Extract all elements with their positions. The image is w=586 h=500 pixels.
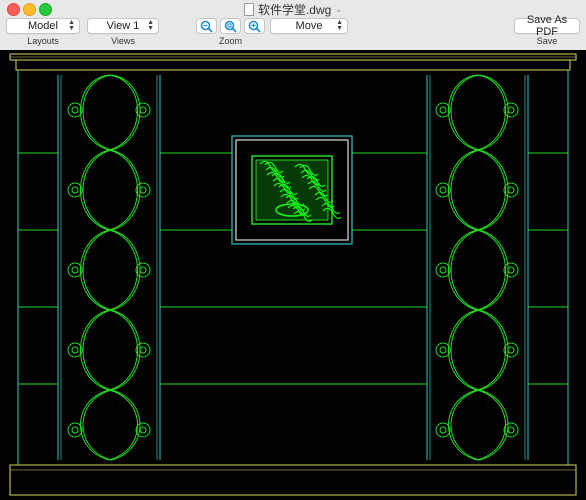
scroll-curl xyxy=(135,182,151,198)
save-caption: Save xyxy=(536,36,558,46)
views-popup[interactable]: View 1 ▲ ▼ xyxy=(87,18,159,34)
updown-arrows-icon: ▲ ▼ xyxy=(336,19,343,32)
scroll-curl xyxy=(435,182,451,198)
zoom-caption: Zoom xyxy=(218,36,242,46)
updown-arrows-icon: ▲ ▼ xyxy=(68,19,75,32)
scroll-curl xyxy=(139,346,147,354)
scroll-curl xyxy=(67,422,83,438)
scroll-curl xyxy=(71,426,79,434)
scroll-curl xyxy=(435,102,451,118)
scroll-curl xyxy=(435,262,451,278)
scroll-curl xyxy=(71,266,79,274)
scroll-curl xyxy=(507,346,515,354)
layouts-caption: Layouts xyxy=(27,36,59,46)
scroll-curl xyxy=(135,102,151,118)
scroll-curl xyxy=(503,342,519,358)
scroll-curl xyxy=(135,262,151,278)
scroll-curl xyxy=(139,426,147,434)
scroll-curl xyxy=(439,266,447,274)
scroll-curl xyxy=(503,182,519,198)
tool-mode-popup[interactable]: Move ▲ ▼ xyxy=(270,18,348,34)
scroll-curl xyxy=(71,186,79,194)
zoom-in-icon xyxy=(248,20,261,33)
scroll-curl xyxy=(507,186,515,194)
scroll-curl xyxy=(135,342,151,358)
scroll-curl xyxy=(67,102,83,118)
drawing-canvas[interactable] xyxy=(0,50,586,500)
scroll-curl xyxy=(139,106,147,114)
zoom-in-button[interactable] xyxy=(244,18,265,34)
scroll-curl xyxy=(439,346,447,354)
cornice-lower xyxy=(15,59,571,71)
scroll-curl xyxy=(507,426,515,434)
app-window: 软件学堂.dwg ⌄ Model ▲ ▼ Layouts View 1 ▲ ▼ Vi… xyxy=(0,0,586,500)
scroll-curl xyxy=(139,266,147,274)
scroll-curl xyxy=(435,342,451,358)
zoom-out-button[interactable] xyxy=(196,18,217,34)
zoom-fit-button[interactable] xyxy=(220,18,241,34)
scroll-curl xyxy=(135,422,151,438)
base-plinth xyxy=(9,464,577,496)
scroll-curl xyxy=(71,106,79,114)
document-icon xyxy=(243,3,254,16)
scroll-curl xyxy=(503,262,519,278)
title-bar: 软件学堂.dwg ⌄ xyxy=(0,0,586,17)
save-as-pdf-button[interactable]: Save As PDF xyxy=(514,14,580,38)
scroll-curl xyxy=(503,102,519,118)
scroll-curl xyxy=(139,186,147,194)
scroll-curl xyxy=(439,426,447,434)
scroll-curl xyxy=(435,422,451,438)
scroll-curl xyxy=(439,106,447,114)
chevron-down-icon[interactable]: ⌄ xyxy=(335,5,342,14)
views-caption: Views xyxy=(111,36,135,46)
scroll-curl xyxy=(71,346,79,354)
updown-arrows-icon: ▲ ▼ xyxy=(147,19,154,32)
cad-drawing xyxy=(9,53,577,496)
scroll-curl xyxy=(439,186,447,194)
scroll-curl xyxy=(503,422,519,438)
scroll-curl xyxy=(67,342,83,358)
scroll-curl xyxy=(507,106,515,114)
zoom-fit-icon xyxy=(224,20,237,33)
save-as-pdf-label: Save As PDF xyxy=(526,14,568,38)
scroll-curl xyxy=(67,262,83,278)
scroll-curl xyxy=(67,182,83,198)
scroll-curl xyxy=(507,266,515,274)
zoom-out-icon xyxy=(200,20,213,33)
layouts-popup[interactable]: Model ▲ ▼ xyxy=(6,18,80,34)
toolbar: Model ▲ ▼ Layouts View 1 ▲ ▼ Views Zoom … xyxy=(0,14,586,50)
